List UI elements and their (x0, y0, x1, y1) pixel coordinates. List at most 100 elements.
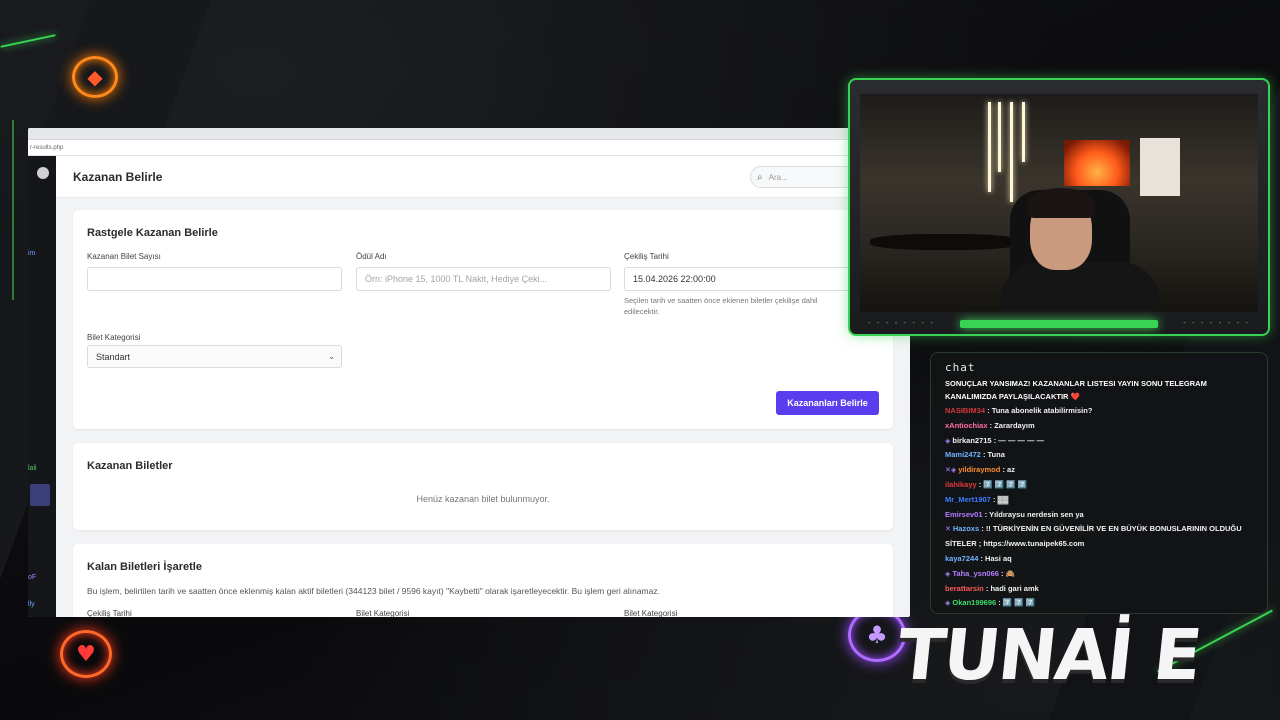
chat-message: ◈ birkan2715 : — — — — — (945, 434, 1253, 449)
top-bar: Kazanan Belirle ⌕ Ara... (56, 156, 910, 198)
decor-dashes: - - - - - - - - (868, 318, 935, 327)
chat-message: Mr_Mert1907 : ▓▓ (945, 493, 1253, 508)
ticket-category-select[interactable]: Standart ⌄ (87, 345, 342, 368)
draw-date-input[interactable]: 15.04.2026 22:00:00 (624, 267, 864, 291)
card-title: Kazanan Biletler (87, 460, 173, 472)
chat-text: Tuna (987, 450, 1005, 460)
chat-username[interactable]: kaya7244 (945, 554, 978, 563)
chat-message: xAntiochiax : Zarardayım (945, 419, 1253, 434)
webcam-video (860, 94, 1258, 312)
chat-username[interactable]: Taha_ysn066 (952, 569, 999, 578)
sidebar-item-label[interactable]: oF (28, 574, 36, 581)
wall-light (988, 102, 991, 192)
chat-text: ▓▓ (997, 494, 1009, 504)
chat-username[interactable]: NASIBIM34 (945, 406, 985, 415)
sidebar-item-active[interactable] (30, 484, 50, 506)
chat-message: Emirsev01 : Yıldıraysu nerdesin sen ya (945, 508, 1253, 523)
decor-dashes: - - - - - - - - (1183, 318, 1250, 327)
webcam-bottom-bar: - - - - - - - - - - - - - - - - (850, 312, 1268, 334)
webcam-frame: - - - - - - - - - - - - - - - - (848, 78, 1270, 336)
chat-title: chat (945, 361, 976, 374)
chat-username[interactable]: Okan199696 (952, 598, 996, 607)
chat-separator: : (979, 524, 986, 534)
chat-message: Mami2472 : Tuna (945, 448, 1253, 463)
chat-text: !! TÜRKİYENİN EN GÜVENİLİR VE EN BÜYÜK B… (985, 524, 1242, 534)
fireplace (1064, 140, 1130, 186)
chat-text: 7️⃣ 7️⃣ 7️⃣ (1002, 598, 1036, 608)
draw-date-label: Çekiliş Tarihi (87, 609, 132, 617)
mark-remaining-card: Kalan Biletleri İşaretle Bu işlem, belir… (73, 544, 893, 617)
prize-name-label: Ödül Adı (356, 252, 387, 261)
sidebar: im lali oF lly (28, 156, 56, 617)
sidebar-item-label[interactable]: lly (28, 601, 35, 608)
chat-text: Tuna abonelik atabilirmisin? (991, 406, 1093, 415)
chat-text: SİTELER ; https://www.tunaipek65.com (945, 539, 1085, 549)
chat-username[interactable]: ilahikayy (945, 480, 977, 489)
wall-light (1010, 102, 1013, 202)
browser-window: r-results.php 🔍 im lali oF lly Kazanan B… (28, 128, 910, 617)
search-placeholder: Ara... (768, 172, 788, 182)
neon-accent-line (12, 120, 14, 300)
ticket-category-label: Bilet Kategorisi (87, 333, 141, 342)
chat-separator: : (985, 406, 992, 415)
chat-pinned-message: SONUÇLAR YANSIMAZ! KAZANANLAR LISTESI YA… (945, 379, 1207, 401)
chevron-down-icon: ⌄ (328, 352, 335, 361)
chat-username[interactable]: xAntiochiax (945, 421, 988, 430)
user-avatar-icon[interactable] (37, 167, 49, 179)
address-bar[interactable]: r-results.php 🔍 (28, 140, 910, 156)
chat-separator: : (980, 450, 988, 460)
sidebar-item-label[interactable]: lali (28, 465, 37, 472)
sidebar-item-label[interactable]: im (28, 250, 35, 257)
card-title: Kalan Biletleri İşaretle (87, 561, 202, 573)
chat-text: Yıldıraysu nerdesin sen ya (989, 509, 1084, 519)
webcam-glow-bar (960, 320, 1158, 328)
chat-text: hadi gari amk (990, 583, 1039, 593)
chat-message: NASIBIM34 : Tuna abonelik atabilirmisin? (945, 404, 1253, 419)
draw-date-help: edilecektir. (624, 307, 660, 316)
chat-message: ✕◈ yildiraymod : az (945, 463, 1253, 478)
determine-winners-button[interactable]: Kazananları Belirle (776, 391, 879, 415)
chat-badge-icon: ✕ (945, 525, 951, 534)
heart-coin-icon: ♥ (60, 630, 112, 678)
diamond-coin-icon: ◆ (72, 56, 118, 98)
search-icon: ⌕ (757, 171, 763, 183)
draw-date-label: Çekiliş Tarihi (624, 252, 669, 261)
ticket-category-label: Bilet Kategorisi (624, 609, 678, 617)
wall-light (1022, 102, 1025, 162)
chat-text: Hasi aq (985, 553, 1012, 563)
page-title: Kazanan Belirle (73, 169, 163, 184)
chat-separator: : (998, 568, 1006, 578)
address-bar-url: r-results.php (30, 144, 64, 151)
chat-message: ◈ Okan199696 : 7️⃣ 7️⃣ 7️⃣ (945, 596, 1253, 611)
brand-logo: TUNAİ E (893, 614, 1204, 696)
browser-tab-strip (28, 128, 910, 140)
chat-message: kaya7244 : Hasi aq (945, 552, 1253, 567)
wall-light (998, 102, 1001, 172)
chat-badge-icon: ✕◈ (945, 466, 957, 475)
chat-badge-icon: ◈ (945, 599, 951, 608)
chat-username[interactable]: yildiraymod (958, 465, 1000, 474)
prize-name-input[interactable]: Örn: iPhone 15, 1000 TL Nakit, Hediye Çe… (356, 267, 611, 291)
chat-username[interactable]: Mr_Mert1907 (945, 495, 991, 504)
chat-username[interactable]: Mami2472 (945, 450, 981, 459)
ticket-category-value: Standart (96, 351, 131, 362)
dining-table (870, 234, 1020, 250)
chat-message: berattarsin : hadi gari amk (945, 582, 1253, 597)
chat-badge-icon: ◈ (945, 569, 951, 578)
chat-text: 7️⃣ 7️⃣ 7️⃣ 7️⃣ (983, 479, 1027, 489)
chat-badge-icon: ◈ (945, 436, 951, 445)
chat-message: ✕ Hazoxs : !! TÜRKİYENİN EN GÜVENİLİR VE … (945, 522, 1253, 537)
mark-remaining-description: Bu işlem, belirtilen tarih ve saatten ön… (87, 586, 660, 596)
chat-text: 🙈 (1005, 568, 1015, 578)
streamer-hair (1028, 188, 1094, 218)
winning-tickets-card: Kazanan Biletler Henüz kazanan bilet bul… (73, 443, 893, 530)
chat-message: SİTELER ; https://www.tunaipek65.com (945, 537, 1253, 552)
chat-username[interactable]: birkan2715 (952, 436, 991, 445)
chat-message: ◈ Taha_ysn066 : 🙈 (945, 567, 1253, 582)
card-title: Rastgele Kazanan Belirle (87, 227, 218, 239)
chat-text: Zarardayım (994, 420, 1035, 430)
chat-username[interactable]: berattarsin (945, 584, 984, 593)
ticket-count-input[interactable] (87, 267, 342, 291)
chat-username[interactable]: Hazoxs (953, 524, 979, 533)
chat-username[interactable]: Emirsev01 (945, 510, 983, 519)
